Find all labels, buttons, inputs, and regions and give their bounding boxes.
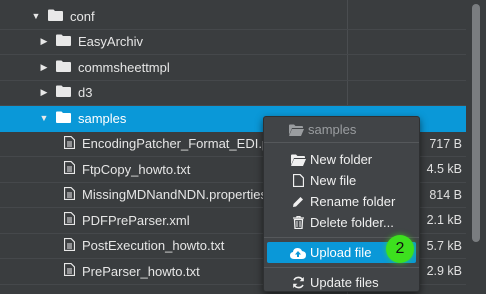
file-icon [63, 237, 76, 254]
file-size: 717 B [429, 136, 462, 151]
file-icon [63, 186, 76, 203]
context-menu: samples New folder New file Rename folde… [263, 116, 420, 292]
context-menu-title: samples [308, 122, 357, 137]
file-name: PostExecution_howto.txt [82, 238, 225, 254]
tree-row-easyarchiv[interactable]: ▶ EasyArchiv [0, 30, 466, 55]
file-icon [63, 135, 76, 152]
caret-down-icon[interactable]: ▼ [38, 113, 50, 123]
scrollbar-thumb[interactable] [472, 4, 480, 242]
folder-icon [56, 34, 71, 49]
caret-down-icon[interactable]: ▼ [30, 11, 42, 21]
menu-item-label: New folder [310, 152, 373, 167]
tree-row-d3[interactable]: ▶ d3 [0, 81, 466, 106]
file-name: MissingMDNandNDN.properties [82, 187, 267, 203]
file-size: 4.5 kB [426, 162, 462, 177]
tree-label: samples [78, 110, 127, 126]
pencil-icon [289, 196, 307, 208]
caret-right-icon[interactable]: ▶ [38, 36, 50, 47]
new-folder-menu-item[interactable]: New folder [264, 149, 419, 170]
folder-icon [56, 111, 71, 126]
file-icon [63, 263, 76, 279]
file-name: PDFPreParser.xml [82, 212, 190, 228]
file-name: FtpCopy_howto.txt [82, 161, 191, 177]
caret-right-icon[interactable]: ▶ [38, 87, 50, 98]
folder-open-icon [289, 154, 307, 166]
menu-item-label: New file [310, 173, 357, 188]
tree-label: EasyArchiv [78, 34, 144, 50]
menu-item-label: Upload file [310, 245, 372, 260]
file-size: 814 B [429, 187, 462, 202]
refresh-icon [289, 276, 307, 289]
context-menu-header: samples [264, 117, 419, 143]
caret-right-icon[interactable]: ▶ [38, 62, 50, 73]
file-size: 2.1 kB [426, 213, 462, 228]
tree-label: commsheettmpl [78, 59, 170, 75]
file-name: PreParser_howto.txt [82, 263, 200, 279]
tree-label: d3 [78, 85, 93, 101]
file-icon [63, 161, 76, 177]
tree-label: conf [70, 8, 95, 24]
delete-folder-menu-item[interactable]: Delete folder... [264, 212, 419, 233]
folder-icon [56, 85, 71, 100]
step-badge: 2 [386, 235, 414, 263]
cloud-upload-icon [289, 247, 307, 259]
trash-icon [289, 216, 307, 229]
file-icon [63, 212, 76, 228]
update-files-menu-item[interactable]: Update files [264, 272, 419, 293]
menu-separator [264, 267, 419, 268]
rename-folder-menu-item[interactable]: Rename folder [264, 191, 419, 212]
menu-item-label: Rename folder [310, 194, 396, 209]
folder-icon [56, 60, 71, 75]
folder-open-icon [289, 124, 304, 136]
folder-icon [48, 9, 63, 24]
file-size: 5.7 kB [426, 238, 462, 253]
menu-item-label: Update files [310, 275, 379, 290]
vertical-scrollbar[interactable] [466, 0, 486, 294]
tree-row-commsheettmpl[interactable]: ▶ commsheettmpl [0, 55, 466, 81]
file-icon [289, 174, 307, 187]
menu-item-label: Delete folder... [310, 215, 394, 230]
new-file-menu-item[interactable]: New file [264, 170, 419, 191]
tree-row-conf[interactable]: ▼ conf [0, 4, 466, 30]
file-size: 2.9 kB [426, 264, 462, 279]
